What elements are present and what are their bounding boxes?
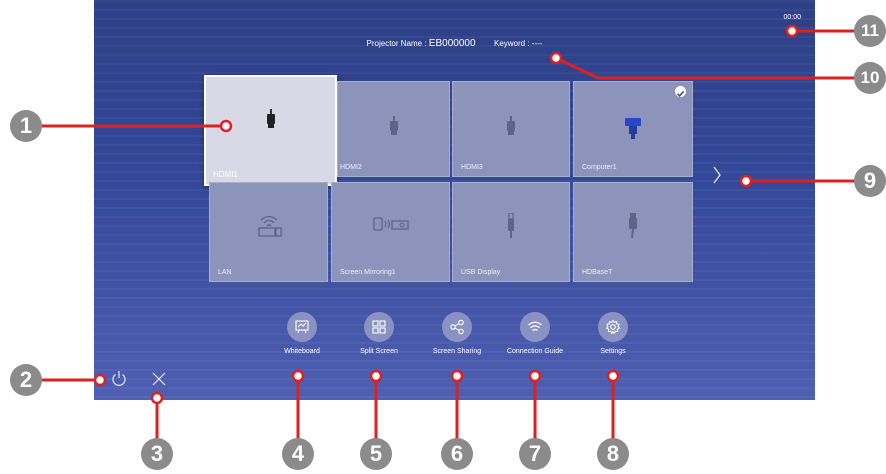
callout-badge-2: 2 (10, 364, 42, 396)
callout-badge-10: 10 (854, 62, 886, 94)
callout-badge-9: 9 (854, 165, 886, 197)
callout-badge-7: 7 (519, 438, 551, 470)
callout-lines (28, 24, 860, 440)
callout-badge-1: 1 (10, 110, 42, 142)
callout-badge-4: 4 (282, 438, 314, 470)
callout-badge-5: 5 (360, 438, 392, 470)
callout-badge-6: 6 (441, 438, 473, 470)
callout-badge-8: 8 (597, 438, 629, 470)
callout-badge-3: 3 (141, 438, 173, 470)
callout-badge-11: 11 (854, 15, 886, 47)
